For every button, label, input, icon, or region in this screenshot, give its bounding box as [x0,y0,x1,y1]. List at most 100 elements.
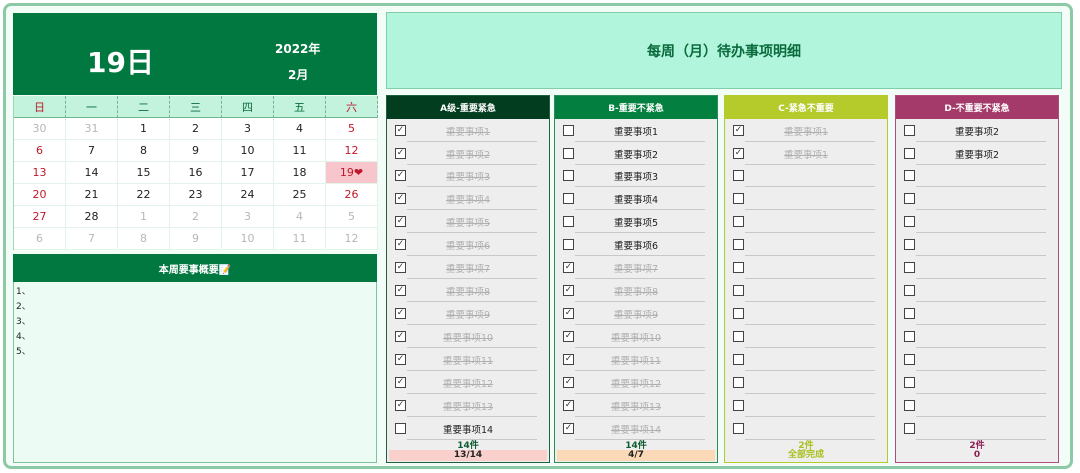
calendar-day[interactable]: 8 [118,228,170,250]
calendar-day[interactable]: 4 [274,118,326,140]
task-label[interactable]: 重要事项1 [725,147,887,161]
task-label[interactable]: 重要事项11 [387,353,549,367]
task-checkbox[interactable] [733,216,744,227]
task-checkbox[interactable] [733,400,744,411]
calendar-day[interactable]: 20 [14,184,66,206]
calendar-day[interactable]: 1 [118,206,170,228]
calendar-day[interactable]: 11 [274,228,326,250]
task-label[interactable]: 重要事项5 [387,215,549,229]
task-label[interactable]: 重要事项6 [555,238,717,252]
task-checkbox[interactable] [904,331,915,342]
task-checkbox[interactable] [733,377,744,388]
calendar-day[interactable]: 3 [222,118,274,140]
calendar-day[interactable]: 10 [222,140,274,162]
calendar-day[interactable]: 28 [66,206,118,228]
task-checkbox[interactable] [904,308,915,319]
task-label[interactable]: 重要事项10 [555,330,717,344]
task-checkbox[interactable] [904,193,915,204]
task-checkbox[interactable] [733,331,744,342]
task-label[interactable]: 重要事项14 [387,422,549,436]
task-checkbox[interactable] [904,377,915,388]
task-checkbox[interactable] [733,308,744,319]
calendar-day-today[interactable]: 19❤ [326,162,378,184]
task-label[interactable]: 重要事项8 [387,284,549,298]
task-label[interactable]: 重要事项7 [387,261,549,275]
calendar-day[interactable]: 9 [170,140,222,162]
calendar-day[interactable]: 7 [66,228,118,250]
task-label[interactable]: 重要事项2 [896,124,1058,138]
calendar-day[interactable]: 5 [326,206,378,228]
task-label[interactable]: 重要事项13 [387,399,549,413]
summary-line[interactable]: 5、 [16,345,374,360]
calendar-day[interactable]: 6 [14,140,66,162]
task-checkbox[interactable] [904,216,915,227]
task-checkbox[interactable] [904,262,915,273]
calendar-day[interactable]: 23 [170,184,222,206]
task-label[interactable]: 重要事项9 [387,307,549,321]
task-checkbox[interactable] [733,354,744,365]
task-checkbox[interactable] [733,239,744,250]
calendar-day[interactable]: 2 [170,206,222,228]
calendar-day[interactable]: 30 [14,118,66,140]
task-label[interactable]: 重要事项1 [555,124,717,138]
task-label[interactable]: 重要事项2 [896,147,1058,161]
task-label[interactable]: 重要事项11 [555,353,717,367]
task-checkbox[interactable] [904,239,915,250]
calendar-day[interactable]: 1 [118,118,170,140]
task-label[interactable]: 重要事项5 [555,215,717,229]
calendar-day[interactable]: 27 [14,206,66,228]
calendar-day[interactable]: 17 [222,162,274,184]
calendar-day[interactable]: 6 [14,228,66,250]
weekly-summary-body[interactable]: 1、 2、 3、 4、 5、 [13,282,377,463]
task-label[interactable]: 重要事项9 [555,307,717,321]
task-label[interactable]: 重要事项4 [387,192,549,206]
calendar-day[interactable]: 13 [14,162,66,184]
calendar-day[interactable]: 15 [118,162,170,184]
task-label[interactable]: 重要事项2 [387,147,549,161]
task-label[interactable]: 重要事项1 [387,124,549,138]
calendar-day[interactable]: 22 [118,184,170,206]
task-checkbox[interactable] [904,400,915,411]
task-checkbox[interactable] [904,423,915,434]
calendar-day[interactable]: 24 [222,184,274,206]
task-label[interactable]: 重要事项13 [555,399,717,413]
task-label[interactable]: 重要事项6 [387,238,549,252]
calendar-day[interactable]: 4 [274,206,326,228]
calendar-day[interactable]: 10 [222,228,274,250]
task-label[interactable]: 重要事项12 [555,376,717,390]
task-label[interactable]: 重要事项12 [387,376,549,390]
calendar-day[interactable]: 31 [66,118,118,140]
task-label[interactable]: 重要事项14 [555,422,717,436]
task-label[interactable]: 重要事项7 [555,261,717,275]
calendar-day[interactable]: 2 [170,118,222,140]
task-checkbox[interactable] [904,354,915,365]
calendar-day[interactable]: 26 [326,184,378,206]
task-checkbox[interactable] [733,170,744,181]
task-checkbox[interactable] [733,262,744,273]
task-label[interactable]: 重要事项4 [555,192,717,206]
summary-line[interactable]: 4、 [16,330,374,345]
calendar-day[interactable]: 25 [274,184,326,206]
calendar-day[interactable]: 18 [274,162,326,184]
task-checkbox[interactable] [733,193,744,204]
calendar-day[interactable]: 9 [170,228,222,250]
task-label[interactable]: 重要事项8 [555,284,717,298]
summary-line[interactable]: 1、 [16,285,374,300]
calendar-day[interactable]: 7 [66,140,118,162]
task-checkbox[interactable] [904,170,915,181]
summary-line[interactable]: 3、 [16,315,374,330]
summary-line[interactable]: 2、 [16,300,374,315]
task-label[interactable]: 重要事项10 [387,330,549,344]
task-checkbox[interactable] [904,285,915,296]
calendar-day[interactable]: 12 [326,228,378,250]
task-label[interactable]: 重要事项2 [555,147,717,161]
calendar-day[interactable]: 14 [66,162,118,184]
task-label[interactable]: 重要事项3 [387,169,549,183]
calendar-day[interactable]: 21 [66,184,118,206]
calendar-day[interactable]: 11 [274,140,326,162]
calendar-day[interactable]: 5 [326,118,378,140]
task-label[interactable]: 重要事项3 [555,169,717,183]
task-checkbox[interactable] [733,285,744,296]
calendar-day[interactable]: 3 [222,206,274,228]
task-checkbox[interactable] [733,423,744,434]
